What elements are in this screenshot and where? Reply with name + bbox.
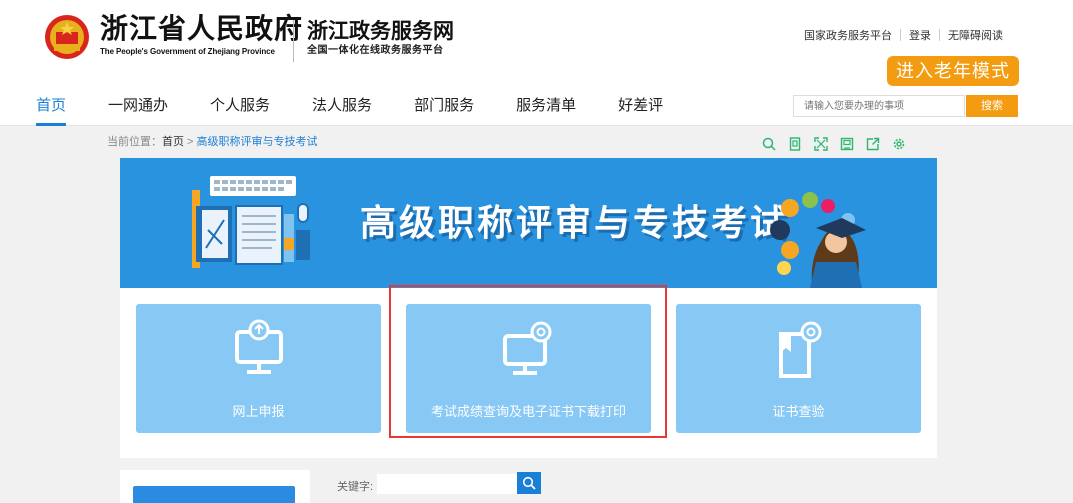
card-label: 证书查验 — [772, 404, 825, 419]
share-icon[interactable] — [862, 134, 884, 154]
nav-item-corporate[interactable]: 法人服务 — [312, 94, 372, 126]
keyword-input[interactable] — [377, 474, 517, 494]
national-platform-link[interactable]: 国家政务服务平台 — [796, 27, 900, 43]
nav-item-service-list[interactable]: 服务清单 — [516, 94, 576, 126]
card-online-apply[interactable]: 网上申报 — [136, 304, 381, 433]
breadcrumb: 当前位置：首页 > 高级职称评审与专技考试 — [107, 133, 318, 149]
breadcrumb-home[interactable]: 首页 — [162, 136, 184, 148]
breadcrumb-prefix: 当前位置： — [107, 136, 162, 148]
card-cert-verify[interactable]: 证书查验 — [676, 304, 921, 433]
fullscreen-icon[interactable] — [810, 134, 832, 154]
service-title: 浙江政务服务网 — [307, 18, 454, 43]
graduate-illustration-icon — [770, 192, 866, 288]
breadcrumb-current[interactable]: 高级职称评审与专技考试 — [197, 136, 318, 148]
service-brand[interactable]: 浙江政务服务网 全国一体化在线政务服务平台 — [307, 18, 454, 58]
nav-item-personal[interactable]: 个人服务 — [210, 94, 270, 126]
page-banner: 高级职称评审与专技考试 — [120, 158, 937, 288]
search-zoom-icon[interactable] — [758, 134, 780, 154]
brand-divider — [293, 20, 294, 62]
national-emblem-icon — [45, 15, 89, 59]
accessibility-link[interactable]: 无障碍阅读 — [940, 27, 1003, 43]
login-link[interactable]: 登录 — [901, 27, 939, 43]
nav-item-rating[interactable]: 好差评 — [618, 94, 663, 126]
search-button[interactable]: 搜索 — [966, 95, 1018, 117]
brand-subtitle: The People's Government of Zhejiang Prov… — [100, 47, 275, 56]
monitor-upload-icon — [234, 319, 283, 374]
service-subtitle: 全国一体化在线政务服务平台 — [307, 45, 444, 56]
banner-title: 高级职称评审与专技考试 — [360, 202, 790, 243]
main-nav: 首页 一网通办 个人服务 法人服务 部门服务 服务清单 好差评 — [36, 94, 705, 126]
nav-item-one-stop[interactable]: 一网通办 — [108, 94, 168, 126]
top-links: 国家政务服务平台 登录 无障碍阅读 — [796, 27, 1003, 43]
nav-item-home[interactable]: 首页 — [36, 94, 67, 126]
elder-mode-button[interactable]: 进入老年模式 — [887, 56, 1019, 86]
save-icon[interactable] — [836, 134, 858, 154]
side-menu-button[interactable] — [133, 486, 295, 503]
keyword-label: 关键字: — [337, 481, 374, 493]
highlight-frame — [389, 285, 667, 438]
search-input[interactable] — [793, 95, 965, 117]
site-header: 浙江省人民政府 The People's Government of Zheji… — [0, 0, 1073, 126]
keyword-search-button[interactable] — [517, 472, 541, 494]
study-illustration-icon — [192, 176, 310, 268]
nav-item-department[interactable]: 部门服务 — [414, 94, 474, 126]
card-label: 网上申报 — [232, 404, 285, 419]
certificate-search-icon — [778, 321, 821, 378]
brand-title: 浙江省人民政府 — [100, 12, 304, 45]
breadcrumb-separator: > — [184, 136, 197, 148]
document-icon[interactable] — [784, 134, 806, 154]
search-icon — [522, 476, 536, 490]
settings-icon[interactable] — [888, 134, 910, 154]
page-toolbar — [758, 134, 914, 154]
brand[interactable]: 浙江省人民政府 The People's Government of Zheji… — [100, 12, 303, 58]
